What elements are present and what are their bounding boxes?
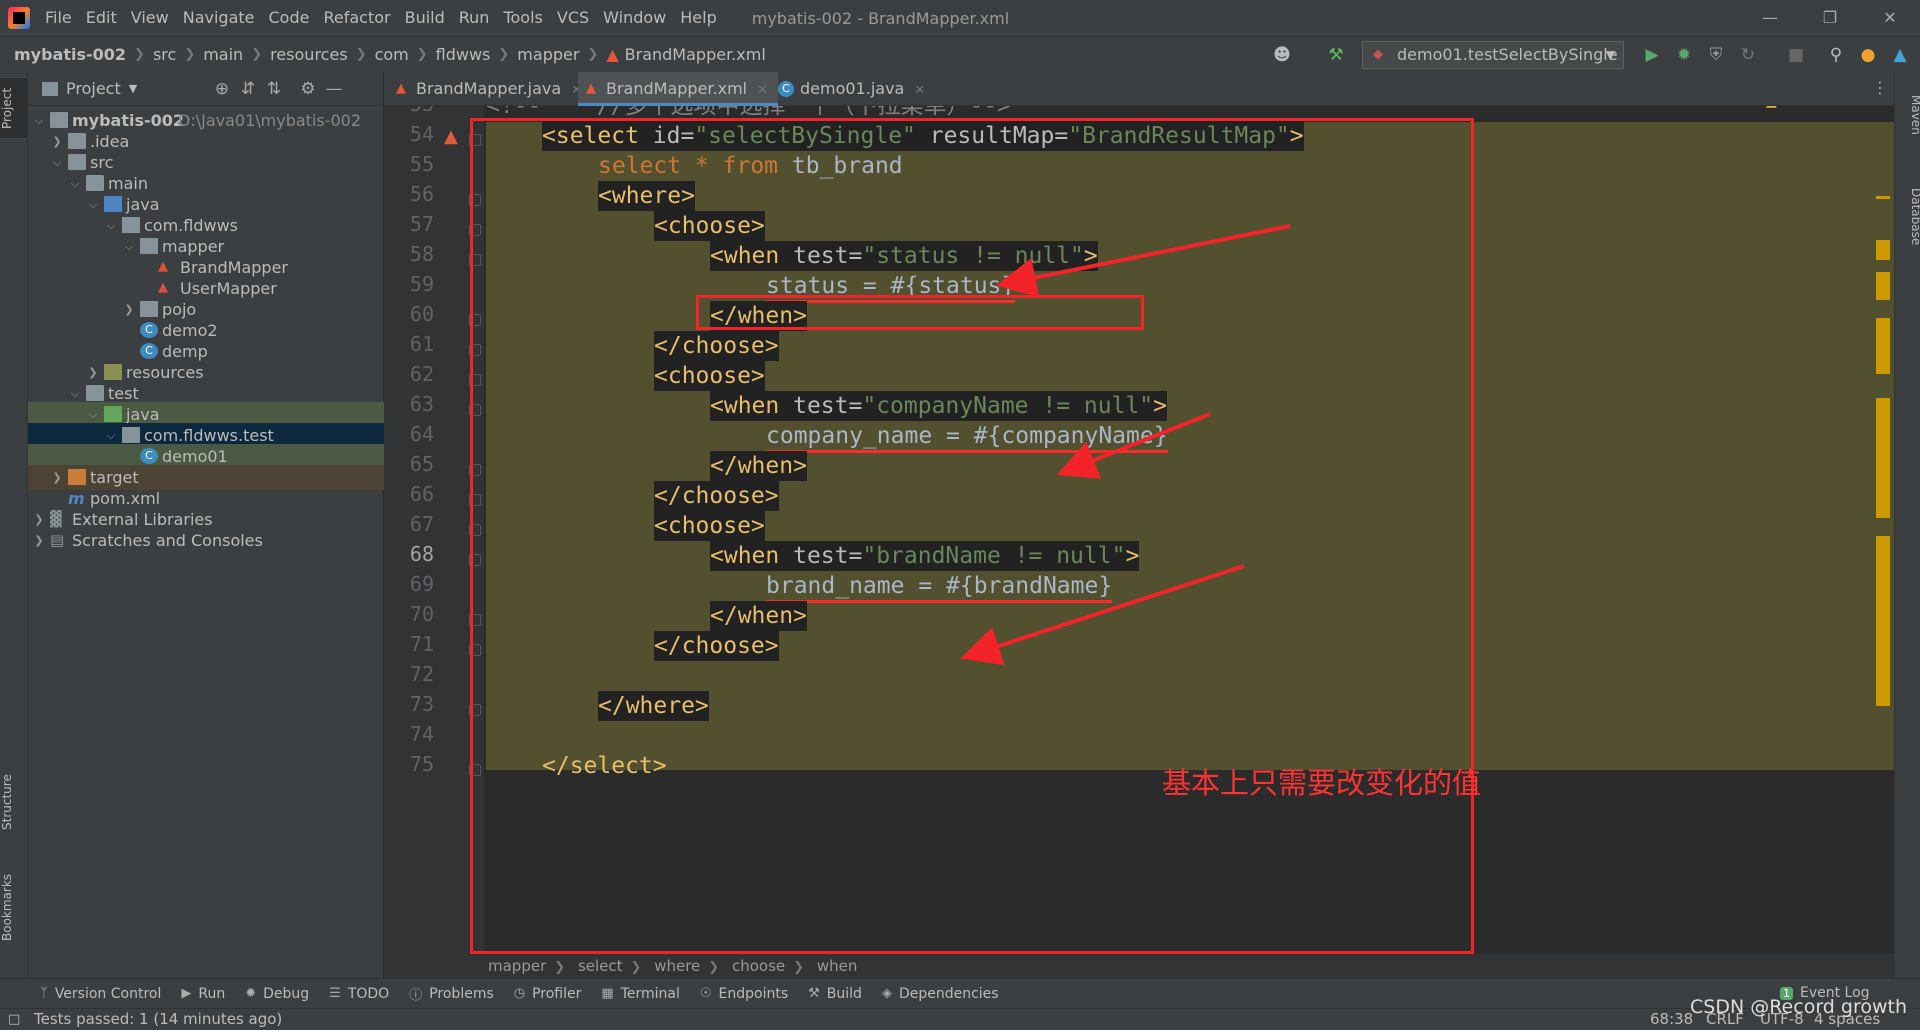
annotation-arrows bbox=[960, 224, 1291, 666]
annotation-arrow bbox=[1056, 412, 1211, 479]
annotation-arrow bbox=[960, 564, 1245, 666]
annotation-note: 基本上只需要改变化的值 bbox=[1162, 766, 1482, 800]
annotation-arrow bbox=[996, 224, 1291, 298]
watermark: CSDN @Record growth bbox=[1690, 996, 1908, 1018]
